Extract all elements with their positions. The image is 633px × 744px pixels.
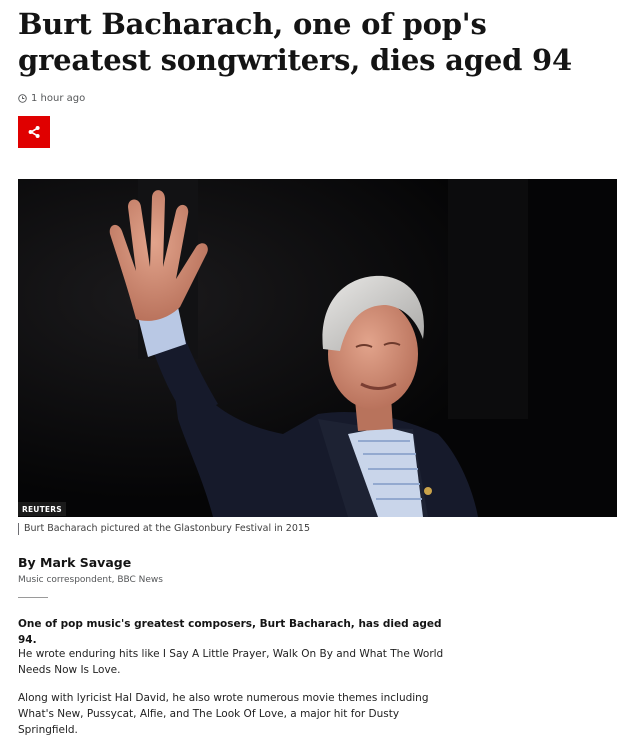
- share-icon: [28, 126, 40, 138]
- article-intro: One of pop music's greatest composers, B…: [18, 618, 442, 646]
- hero-photo: [18, 179, 617, 517]
- byline-author: By Mark Savage: [18, 555, 132, 570]
- image-credit: REUTERS: [18, 502, 66, 516]
- clock-icon: [18, 93, 27, 103]
- byline-divider: [18, 597, 48, 598]
- article-paragraph: He wrote enduring hits like I Say A Litt…: [18, 648, 444, 676]
- share-button[interactable]: [18, 116, 50, 148]
- article-headline: Burt Bacharach, one of pop's greatest so…: [18, 7, 573, 77]
- image-caption: Burt Bacharach pictured at the Glastonbu…: [18, 523, 310, 535]
- timestamp: 1 hour ago: [18, 91, 85, 105]
- timestamp-text: 1 hour ago: [31, 92, 86, 104]
- byline-role: Music correspondent, BBC News: [18, 575, 163, 585]
- hero-image: REUTERS: [18, 179, 617, 517]
- article-paragraph: Along with lyricist Hal David, he also w…: [18, 692, 429, 736]
